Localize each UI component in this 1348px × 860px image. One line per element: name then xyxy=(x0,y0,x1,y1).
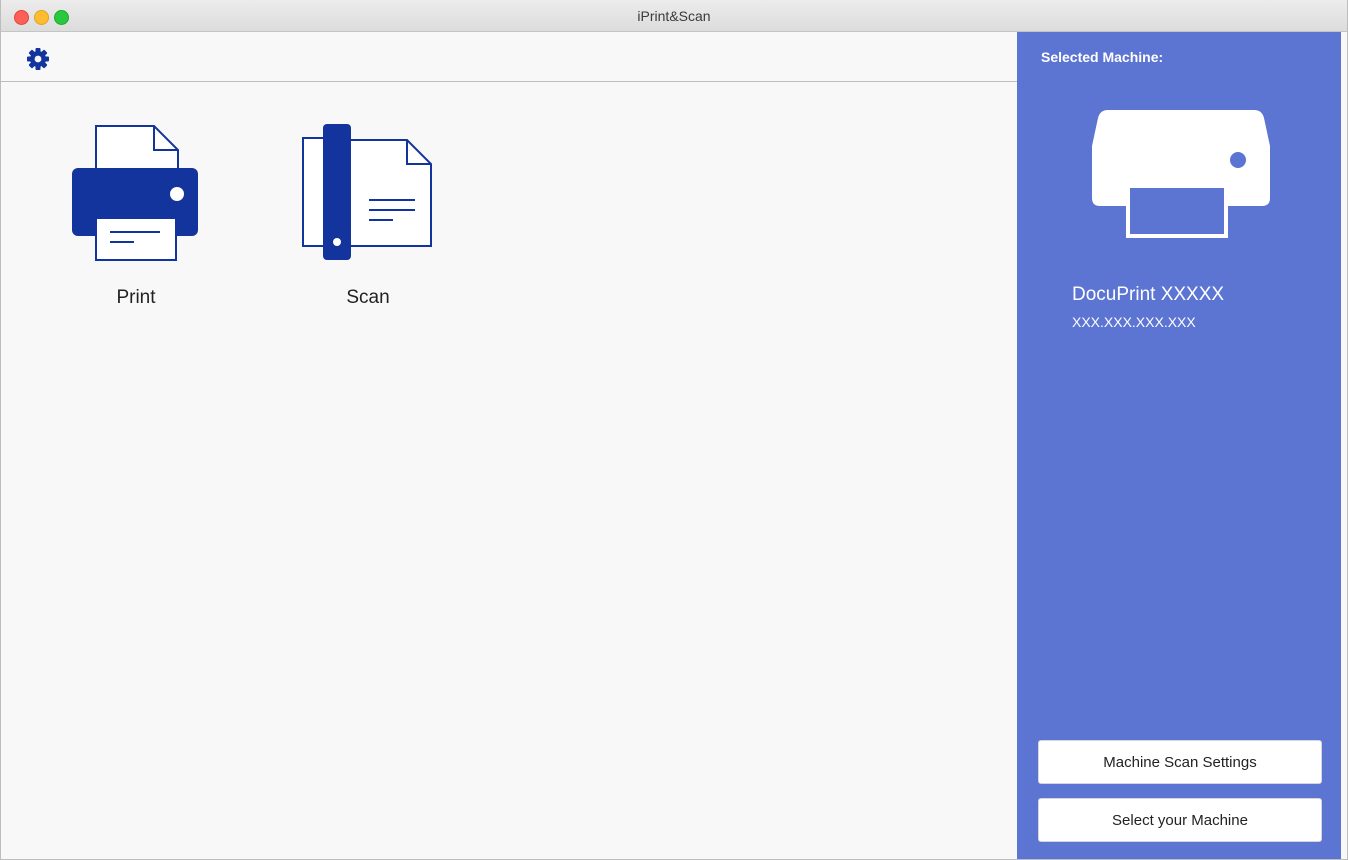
window-title: iPrint&Scan xyxy=(637,8,711,24)
printer-icon xyxy=(72,125,198,261)
scan-label: Scan xyxy=(346,287,390,308)
print-function[interactable]: Print xyxy=(56,122,216,322)
title-bar: iPrint&Scan xyxy=(1,0,1347,32)
app-window: iPrint&Scan Print Scan Selected Machine:… xyxy=(0,0,1348,860)
scanner-icon xyxy=(302,124,432,260)
select-machine-button[interactable]: Select your Machine xyxy=(1038,798,1322,842)
selected-machine-panel: Selected Machine: DocuPrint XXXXX XXX.XX… xyxy=(1017,32,1341,859)
machine-scan-settings-button[interactable]: Machine Scan Settings xyxy=(1038,740,1322,784)
printer-icon xyxy=(1092,110,1270,238)
machine-name: DocuPrint XXXXX xyxy=(1072,284,1225,305)
print-label: Print xyxy=(116,287,156,308)
machine-ip-address: XXX.XXX.XXX.XXX xyxy=(1072,314,1196,330)
function-area: Print Scan xyxy=(1,82,1017,859)
scan-function[interactable]: Scan xyxy=(288,122,448,322)
toolbar xyxy=(1,32,1017,82)
gear-icon[interactable] xyxy=(26,47,50,71)
selected-machine-heading: Selected Machine: xyxy=(1041,49,1164,65)
